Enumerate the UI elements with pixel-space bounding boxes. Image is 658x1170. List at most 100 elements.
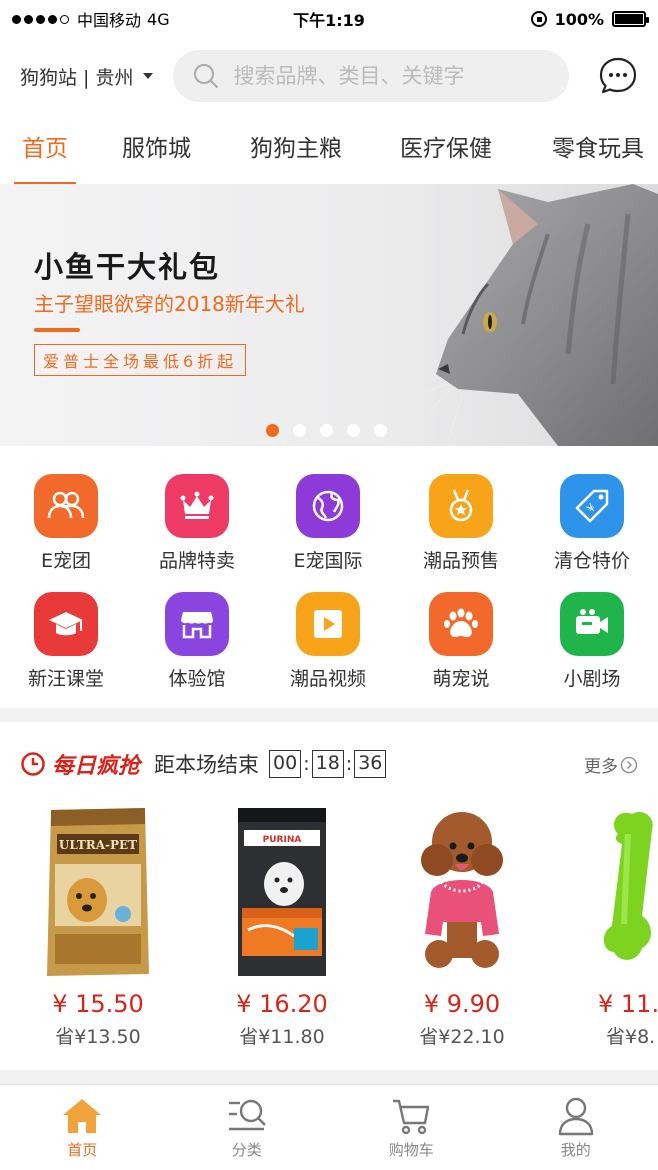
battery-icon [612, 11, 649, 27]
product-price: ¥ 15.50 [52, 990, 144, 1018]
svg-text:ULTRA-PET: ULTRA-PET [59, 838, 137, 852]
grid-item-label: 潮品视频 [289, 668, 366, 690]
flash-sale-title: 每日疯抢 [52, 754, 141, 779]
countdown-seconds: 36 [354, 750, 387, 778]
tab-dog-food[interactable]: 狗狗主粮 [250, 114, 342, 184]
location-label: 狗狗站 | 贵州 [20, 66, 134, 89]
chevron-right-circle-icon [620, 756, 638, 773]
pager-dot[interactable] [320, 424, 333, 437]
product-image: PURINA [202, 802, 362, 982]
nav-label: 我的 [560, 1141, 591, 1159]
product-card[interactable]: ¥ 9.90 省¥22.10 [382, 802, 542, 1049]
rotation-lock-icon [530, 11, 547, 27]
grid-item-presale[interactable]: 潮品预售 [401, 474, 521, 573]
clock-icon [21, 752, 45, 776]
grid-item-pet-talk[interactable]: 萌宠说 [401, 592, 521, 691]
grid-item-experience-store[interactable]: 体验馆 [137, 592, 257, 691]
product-image [382, 802, 542, 982]
dog-food-bag-image: ULTRA-PET [47, 808, 149, 976]
product-price: ¥ 16.20 [236, 990, 328, 1018]
grid-item-group-buy[interactable]: E宠团 [6, 474, 126, 573]
nav-cart[interactable]: 购物车 [329, 1085, 494, 1170]
product-card[interactable]: ¥ 11. 省¥8. [568, 802, 658, 1049]
search-bar[interactable] [173, 50, 570, 102]
globe-icon [296, 474, 360, 538]
status-bar: 中国移动 4G 下午1:19 100% [0, 0, 658, 38]
pager-dot[interactable] [374, 424, 387, 437]
nav-home[interactable]: 首页 [0, 1085, 165, 1170]
countdown-label: 距本场结束 [154, 753, 260, 777]
product-price: ¥ 11. [598, 990, 658, 1018]
svg-text:PURINA: PURINA [263, 835, 302, 845]
countdown-minutes: 18 [311, 750, 344, 778]
video-camera-icon [560, 592, 624, 656]
feature-grid: E宠团 品牌特卖 E宠国际 潮品预售 ¥ 清仓特价 新汪课堂 体验馆 潮品视频 … [0, 446, 658, 708]
search-input[interactable] [233, 64, 534, 88]
grid-item-label: E宠团 [40, 550, 91, 572]
banner-pager [266, 424, 387, 437]
nav-category[interactable]: 分类 [165, 1085, 330, 1170]
promo-banner[interactable]: 小鱼干大礼包 主子望眼欲穿的2018新年大礼 爱普士全场最低6折起 [0, 184, 658, 446]
banner-divider [34, 328, 80, 332]
category-tabs: 首页 服饰城 狗狗主粮 医疗保健 零食玩具 [0, 114, 658, 184]
category-icon [228, 1099, 266, 1131]
grid-item-clearance[interactable]: ¥ 清仓特价 [532, 474, 652, 573]
grid-item-label: 新汪课堂 [27, 668, 104, 690]
grid-item-theater[interactable]: 小剧场 [532, 592, 652, 691]
battery-percent: 100% [554, 9, 604, 29]
grid-item-international[interactable]: E宠国际 [268, 474, 388, 573]
product-price: ¥ 9.90 [423, 990, 501, 1018]
bone-toy-image [603, 811, 653, 960]
grid-item-label: 体验馆 [168, 668, 226, 690]
product-savings: 省¥8. [606, 1026, 656, 1048]
nav-profile[interactable]: 我的 [494, 1085, 658, 1170]
product-image: ULTRA-PET [18, 802, 178, 982]
app-header: 狗狗站 | 贵州 [0, 38, 658, 114]
grid-item-label: 萌宠说 [432, 668, 490, 690]
price-tag-icon: ¥ [560, 474, 624, 538]
product-savings: 省¥13.50 [55, 1026, 141, 1048]
grid-item-label: 小剧场 [563, 668, 621, 690]
banner-tag: 爱普士全场最低6折起 [34, 344, 247, 376]
more-label: 更多 [584, 757, 618, 777]
search-icon [194, 64, 219, 88]
cart-icon [393, 1099, 430, 1135]
paw-icon [429, 592, 493, 656]
group-icon [34, 474, 98, 538]
grid-item-classroom[interactable]: 新汪课堂 [6, 592, 126, 691]
grid-item-label: 品牌特卖 [158, 550, 235, 572]
pager-dot[interactable] [293, 424, 306, 437]
tab-apparel[interactable]: 服饰城 [122, 114, 191, 184]
grid-item-video[interactable]: 潮品视频 [268, 592, 388, 691]
grid-item-brand-sale[interactable]: 品牌特卖 [137, 474, 257, 573]
pager-dot[interactable] [347, 424, 360, 437]
store-icon [165, 592, 229, 656]
banner-title: 小鱼干大礼包 [34, 250, 221, 284]
nav-label: 首页 [67, 1141, 98, 1159]
tab-home[interactable]: 首页 [14, 114, 76, 184]
more-link[interactable]: 更多 [584, 752, 638, 777]
countdown-hours: 00 [269, 750, 302, 778]
carrier-name: 中国移动 [77, 11, 142, 30]
tab-healthcare[interactable]: 医疗保健 [400, 114, 492, 184]
product-card[interactable]: PURINA ¥ 16.20 省¥11.80 [202, 802, 362, 1049]
location-selector[interactable]: 狗狗站 | 贵州 [20, 63, 154, 90]
countdown-separator: : [303, 753, 310, 775]
tab-snacks-toys[interactable]: 零食玩具 [552, 114, 644, 184]
grid-item-label: 清仓特价 [553, 550, 630, 572]
grid-item-label: 潮品预售 [422, 550, 499, 572]
product-image [568, 802, 658, 982]
cat-image [428, 184, 658, 446]
product-card[interactable]: ULTRA-PET ¥ 15.50 省¥13.50 [18, 802, 178, 1049]
crown-icon [165, 474, 229, 538]
poodle-image [421, 812, 503, 968]
product-savings: 省¥22.10 [419, 1026, 505, 1048]
pager-dot[interactable] [266, 424, 279, 437]
banner-subtitle: 主子望眼欲穿的2018新年大礼 [34, 292, 305, 316]
medal-icon [429, 474, 493, 538]
product-savings: 省¥11.80 [239, 1026, 325, 1048]
nav-label: 分类 [231, 1141, 262, 1159]
user-icon [558, 1097, 593, 1136]
message-icon[interactable] [598, 56, 638, 96]
grid-item-label: E宠国际 [293, 550, 363, 572]
